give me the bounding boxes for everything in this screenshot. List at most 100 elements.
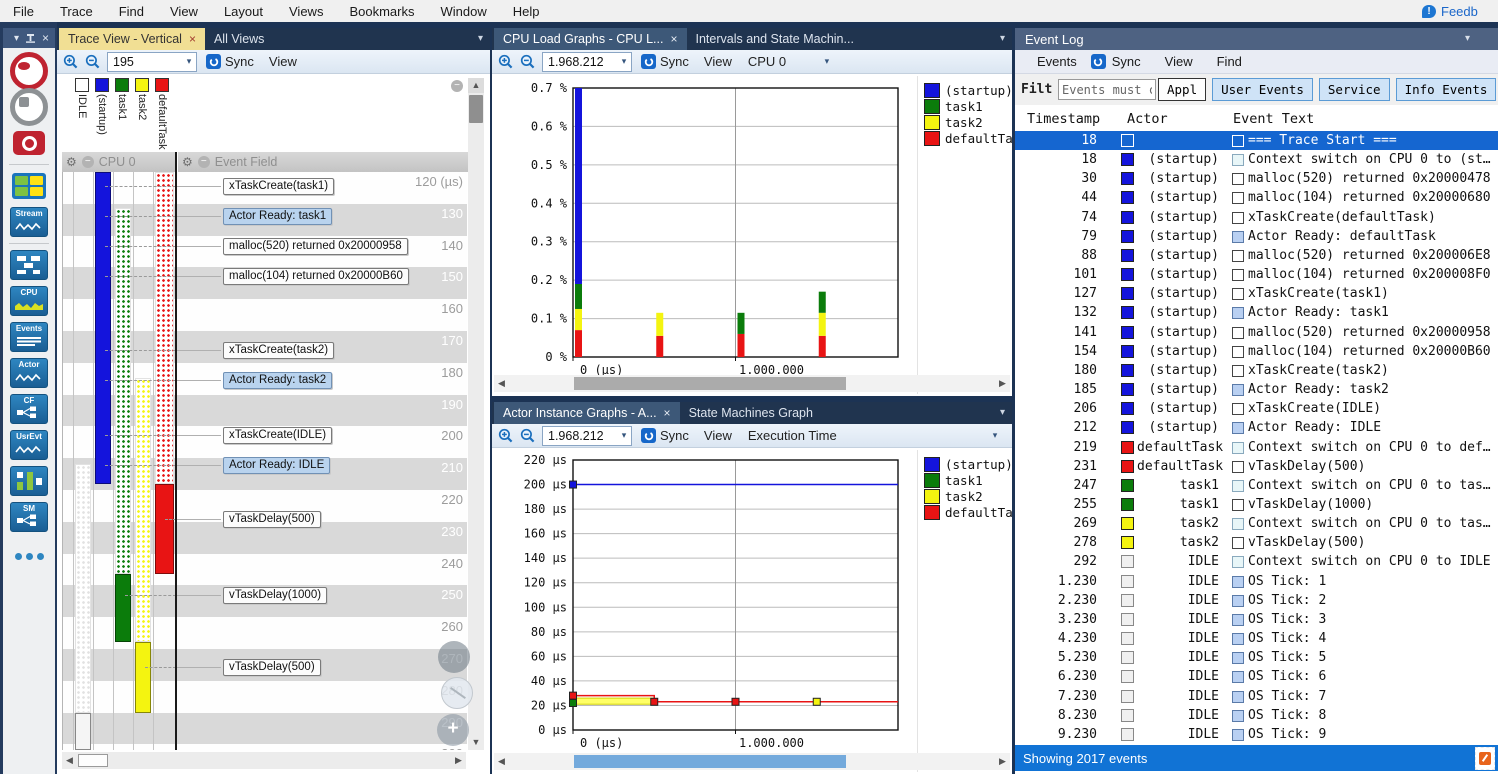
tab-intervals-and-state-machin[interactable]: Intervals and State Machin... (687, 28, 863, 50)
zoom-in-button[interactable] (498, 428, 514, 444)
view-menu[interactable]: View (1155, 54, 1203, 69)
trace-timeline[interactable]: 120 (µs)13014015016017018019020021022023… (62, 172, 467, 750)
trace-bar-task1-ready[interactable] (115, 208, 131, 574)
view-menu[interactable]: View (698, 428, 738, 443)
event-log-row[interactable]: 18(startup)Context switch on CPU 0 to (s… (1015, 150, 1498, 169)
sync-button[interactable]: Sync (203, 54, 257, 69)
event-log-row[interactable]: 206(startup)xTaskCreate(IDLE) (1015, 399, 1498, 418)
cpu-selector[interactable]: CPU 0 ▾ (744, 54, 838, 69)
panel-menu-caret-icon[interactable]: ▾ (1465, 33, 1470, 44)
event-log-row[interactable]: 247task1Context switch on CPU 0 to tas… (1015, 476, 1498, 495)
event-log-row[interactable]: 8.230IDLEOS Tick: 8 (1015, 706, 1498, 725)
column-header-event-text[interactable]: Event Text (1233, 111, 1314, 127)
actor-graph-icon[interactable]: Actor (7, 356, 51, 390)
event-log-icon[interactable]: Events (7, 320, 51, 354)
gear-icon[interactable]: ⚙ (66, 156, 77, 168)
tab-all-views[interactable]: All Views (205, 28, 273, 50)
event-log-row[interactable]: 132(startup)Actor Ready: task1 (1015, 303, 1498, 322)
filter-button-info-events[interactable]: Info Events (1396, 78, 1497, 101)
filter-button-user-events[interactable]: User Events (1212, 78, 1313, 101)
event-log-row[interactable]: 127(startup)xTaskCreate(task1) (1015, 284, 1498, 303)
scrollbar-thumb[interactable] (78, 754, 108, 767)
lane-header-idle[interactable]: IDLE (75, 78, 89, 152)
trace-event-label[interactable]: xTaskCreate(task1) (223, 178, 334, 195)
trace-bar-task2[interactable] (135, 642, 151, 713)
tab-list-caret-icon[interactable]: ▾ (478, 33, 483, 44)
collapse-icon[interactable] (198, 156, 210, 168)
toolbox-caret-icon[interactable]: ▾ (14, 33, 19, 44)
actor-horizontal-scrollbar[interactable]: ◀ ▶ (494, 753, 1010, 770)
zoom-level-combo[interactable]: 195 ▾ (107, 52, 197, 72)
event-log-row[interactable]: 2.230IDLEOS Tick: 2 (1015, 591, 1498, 610)
trace-bar-defaulttask-ready[interactable] (155, 172, 174, 484)
menu-file[interactable]: File (0, 4, 47, 19)
event-log-row[interactable]: 4.230IDLEOS Tick: 4 (1015, 629, 1498, 648)
trace-bar-defaulttask[interactable] (155, 484, 174, 574)
toolbox-close-icon[interactable]: × (42, 32, 49, 44)
user-event-icon[interactable]: UsrEvt (7, 428, 51, 462)
view-menu[interactable]: View (698, 54, 738, 69)
combo-caret-icon[interactable]: ▾ (617, 56, 631, 67)
event-log-row[interactable]: 154(startup)malloc(104) returned 0x20000… (1015, 342, 1498, 361)
graph-type-selector[interactable]: Execution Time ▾ (744, 428, 1006, 443)
event-log-row[interactable]: 101(startup)malloc(104) returned 0x20000… (1015, 265, 1498, 284)
tab-close-icon[interactable]: × (670, 32, 677, 46)
menu-window[interactable]: Window (427, 4, 499, 19)
cpu-horizontal-scrollbar[interactable]: ◀ ▶ (494, 375, 1010, 392)
menu-help[interactable]: Help (500, 4, 553, 19)
trace-event-label[interactable]: vTaskDelay(500) (223, 659, 321, 676)
sync-button[interactable]: Sync (638, 54, 692, 69)
zoom-out-button[interactable] (85, 54, 101, 70)
event-log-row[interactable]: 269task2Context switch on CPU 0 to tas… (1015, 514, 1498, 533)
event-log-row[interactable]: 255task1vTaskDelay(1000) (1015, 495, 1498, 514)
intervals-icon[interactable] (7, 464, 51, 498)
trace-event-label[interactable]: Actor Ready: IDLE (223, 457, 330, 474)
scroll-left-icon[interactable]: ◀ (494, 753, 509, 770)
filter-button-appl[interactable]: Appl (1158, 78, 1206, 101)
float-zoom-in-icon[interactable] (437, 714, 469, 746)
menu-view[interactable]: View (157, 4, 211, 19)
scrollbar-thumb[interactable] (469, 95, 483, 123)
tab-cpu-load-graphs-cpu-l[interactable]: CPU Load Graphs - CPU L...× (494, 28, 687, 50)
tab-actor-instance-graphs-a[interactable]: Actor Instance Graphs - A...× (494, 402, 680, 424)
streaming-trace-icon[interactable]: Stream (7, 205, 51, 239)
float-zoom-out-icon[interactable] (441, 677, 473, 709)
event-log-row[interactable]: 1.230IDLEOS Tick: 1 (1015, 572, 1498, 591)
state-machine-icon[interactable]: SM (7, 500, 51, 534)
event-log-row[interactable]: 212(startup)Actor Ready: IDLE (1015, 418, 1498, 437)
column-header-event-field[interactable]: ⚙ Event Field (178, 152, 470, 172)
event-log-row[interactable]: 219defaultTaskContext switch on CPU 0 to… (1015, 438, 1498, 457)
event-log-row[interactable]: 18=== Trace Start === (1015, 131, 1498, 150)
tab-state-machines-graph[interactable]: State Machines Graph (680, 402, 822, 424)
event-log-row[interactable]: 141(startup)malloc(520) returned 0x20000… (1015, 323, 1498, 342)
scrollbar-thumb[interactable] (574, 377, 846, 390)
event-log-row[interactable]: 185(startup)Actor Ready: task2 (1015, 380, 1498, 399)
tab-close-icon[interactable]: × (664, 406, 671, 420)
trace-bar-task1[interactable] (115, 574, 131, 642)
snapshot-icon[interactable] (7, 126, 51, 160)
tab-close-icon[interactable]: × (189, 32, 196, 46)
pin-icon[interactable] (26, 33, 35, 44)
zoom-out-button[interactable] (520, 54, 536, 70)
event-log-row[interactable]: 44(startup)malloc(104) returned 0x200006… (1015, 188, 1498, 207)
sync-button[interactable]: Sync (1110, 54, 1151, 69)
trace-event-label[interactable]: malloc(520) returned 0x20000958 (223, 238, 408, 255)
trace-event-label[interactable]: Actor Ready: task1 (223, 208, 332, 225)
event-log-row[interactable]: 88(startup)malloc(520) returned 0x200006… (1015, 246, 1498, 265)
event-log-row[interactable]: 6.230IDLEOS Tick: 6 (1015, 667, 1498, 686)
menu-layout[interactable]: Layout (211, 4, 276, 19)
event-log-row[interactable]: 9.230IDLEOS Tick: 9 (1015, 725, 1498, 744)
stop-icon[interactable] (7, 90, 51, 124)
trace-canvas[interactable]: IDLE(startup)task1task2defaultTask ⚙ CPU… (57, 74, 490, 774)
combo-caret-icon[interactable]: ▾ (617, 430, 631, 441)
feedback-button[interactable]: Feedb (1422, 0, 1498, 22)
event-log-row[interactable]: 3.230IDLEOS Tick: 3 (1015, 610, 1498, 629)
lane-header-task1[interactable]: task1 (115, 78, 129, 152)
selector-caret-icon[interactable]: ▾ (820, 56, 834, 67)
scroll-right-icon[interactable]: ▶ (451, 752, 466, 769)
find-menu[interactable]: Find (1207, 54, 1252, 69)
column-header-actor[interactable]: Actor (1127, 111, 1168, 127)
filter-button-service[interactable]: Service (1319, 78, 1390, 101)
trace-bar-task2-ready[interactable] (135, 378, 151, 642)
event-log-row[interactable]: 180(startup)xTaskCreate(task2) (1015, 361, 1498, 380)
